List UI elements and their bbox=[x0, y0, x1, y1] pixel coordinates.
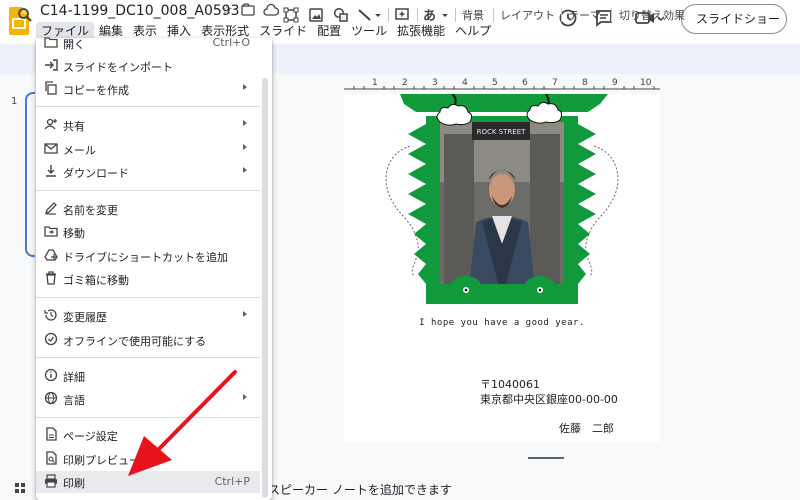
document-title[interactable]: C14-1199_DC10_008_A0593 bbox=[40, 3, 240, 19]
chevron-down-icon[interactable] bbox=[440, 7, 450, 23]
menu-item-label: ページ設定 bbox=[63, 430, 118, 443]
menu-item-label: 開く bbox=[63, 38, 85, 51]
menu-arrange[interactable]: 配置 bbox=[312, 22, 346, 40]
new-comment-icon[interactable] bbox=[394, 7, 410, 23]
ruler-mark: 9 bbox=[612, 78, 618, 88]
menu-item-label: 変更履歴 bbox=[63, 311, 107, 324]
menu-item-label: 言語 bbox=[63, 394, 85, 407]
notes-resize-handle[interactable] bbox=[528, 457, 564, 459]
history-icon bbox=[44, 309, 57, 321]
select-frame-icon[interactable] bbox=[283, 7, 299, 23]
red-arrow-annotation bbox=[128, 370, 237, 476]
menu-item-label: オフラインで使用可能にする bbox=[63, 335, 207, 348]
rename-icon bbox=[44, 202, 57, 215]
submenu-arrow-icon bbox=[243, 167, 247, 173]
move-icon[interactable] bbox=[241, 3, 255, 17]
shortcut-label: Ctrl+O bbox=[212, 36, 250, 49]
folder-icon bbox=[44, 37, 58, 48]
slide-number: 1 bbox=[11, 96, 18, 107]
menu-item-import-slides[interactable]: スライドをインポート bbox=[36, 55, 260, 77]
menu-item-offline[interactable]: オフラインで使用可能にする bbox=[36, 329, 260, 351]
menu-item-label: ダウンロード bbox=[63, 167, 129, 180]
ruler: 1 2 3 4 5 6 7 8 9 10 bbox=[344, 78, 660, 90]
menu-item-label: スライドをインポート bbox=[63, 61, 173, 74]
menu-item-label: 移動 bbox=[63, 227, 85, 240]
trash-icon bbox=[46, 271, 56, 285]
offline-icon bbox=[44, 332, 58, 346]
submenu-arrow-icon bbox=[243, 144, 247, 150]
grid-view-icon[interactable] bbox=[15, 483, 26, 494]
greeting-text: I hope you have a good year. bbox=[419, 318, 585, 328]
ruler-mark: 2 bbox=[402, 78, 408, 88]
photo-sign: ROCK STREET bbox=[477, 128, 527, 136]
line-icon[interactable] bbox=[357, 7, 383, 23]
menu-item-label: 詳細 bbox=[63, 371, 85, 384]
slide-canvas[interactable]: ROCK STREET I hope you have a good year.… bbox=[344, 94, 660, 442]
ruler-mark: 10 bbox=[640, 78, 652, 88]
menu-item-email[interactable]: メール bbox=[36, 138, 260, 160]
import-icon bbox=[45, 59, 58, 71]
menu-help[interactable]: ヘルプ bbox=[450, 22, 496, 40]
drive-shortcut-icon bbox=[44, 249, 58, 261]
transition-button[interactable]: 切り替え効果 bbox=[619, 7, 685, 23]
copy-icon bbox=[45, 81, 57, 95]
menu-item-move[interactable]: 移動 bbox=[36, 221, 260, 243]
speaker-notes-placeholder[interactable]: スピーカー ノートを追加できます bbox=[268, 481, 452, 498]
menu-item-add-shortcut[interactable]: ドライブにショートカットを追加 bbox=[36, 245, 260, 267]
ruler-mark: 4 bbox=[462, 78, 468, 88]
theme-button[interactable]: テーマ bbox=[568, 7, 601, 23]
menu-item-label: 名前を変更 bbox=[63, 204, 118, 217]
cloud-status-icon[interactable] bbox=[263, 3, 279, 17]
menu-item-version-history[interactable]: 変更履歴 bbox=[36, 305, 260, 327]
sender-name: 佐藤 二郎 bbox=[559, 422, 614, 435]
image-icon[interactable] bbox=[308, 7, 324, 23]
submenu-arrow-icon bbox=[243, 84, 247, 90]
submenu-arrow-icon bbox=[243, 394, 247, 400]
globe-icon bbox=[44, 391, 58, 405]
menu-item-label: メール bbox=[63, 144, 96, 157]
move-folder-icon bbox=[44, 226, 58, 237]
ruler-mark: 5 bbox=[492, 78, 498, 88]
ruler-mark: 3 bbox=[432, 78, 438, 88]
menu-item-label: 印刷 bbox=[63, 477, 85, 490]
menu-item-download[interactable]: ダウンロード bbox=[36, 161, 260, 183]
menu-item-label: ゴミ箱に移動 bbox=[63, 274, 129, 287]
submenu-arrow-icon bbox=[243, 311, 247, 317]
menu-item-open[interactable]: 開く Ctrl+O bbox=[36, 32, 260, 54]
background-button[interactable]: 背景 bbox=[462, 7, 484, 23]
info-icon bbox=[44, 368, 58, 382]
text-style-icon[interactable]: あ bbox=[423, 5, 436, 24]
menu-item-label: 共有 bbox=[63, 120, 85, 133]
ruler-mark: 6 bbox=[522, 78, 528, 88]
ruler-mark: 7 bbox=[552, 78, 558, 88]
ruler-mark: 1 bbox=[372, 78, 378, 88]
menu-item-share[interactable]: 共有 bbox=[36, 114, 260, 136]
print-preview-icon bbox=[46, 451, 57, 465]
menu-item-label: コピーを作成 bbox=[63, 84, 129, 97]
menu-extensions[interactable]: 拡張機能 bbox=[392, 22, 450, 40]
menu-item-label: ドライブにショートカットを追加 bbox=[63, 251, 228, 264]
page-setup-icon bbox=[46, 427, 57, 441]
slide-thumbnail-selected[interactable] bbox=[25, 92, 35, 257]
menu-scrollbar[interactable] bbox=[262, 78, 268, 498]
menu-item-make-copy[interactable]: コピーを作成 bbox=[36, 78, 260, 100]
menu-item-rename[interactable]: 名前を変更 bbox=[36, 198, 260, 220]
download-icon bbox=[46, 165, 56, 177]
postal-code: 〒1040061 bbox=[480, 378, 540, 391]
menu-item-trash[interactable]: ゴミ箱に移動 bbox=[36, 268, 260, 290]
menu-tools[interactable]: ツール bbox=[346, 22, 392, 40]
shape-icon[interactable] bbox=[333, 7, 349, 23]
ruler-mark: 8 bbox=[582, 78, 588, 88]
mail-icon bbox=[44, 143, 58, 154]
submenu-arrow-icon bbox=[243, 120, 247, 126]
person-add-icon bbox=[44, 118, 57, 130]
address-text: 東京都中央区銀座00-00-00 bbox=[480, 393, 618, 406]
star-icon[interactable]: ☆ bbox=[221, 3, 233, 18]
print-icon bbox=[45, 474, 57, 488]
search-menus-icon[interactable] bbox=[17, 7, 33, 23]
slideshow-button[interactable]: スライドショー bbox=[681, 4, 787, 34]
layout-button[interactable]: レイアウト bbox=[500, 7, 555, 23]
